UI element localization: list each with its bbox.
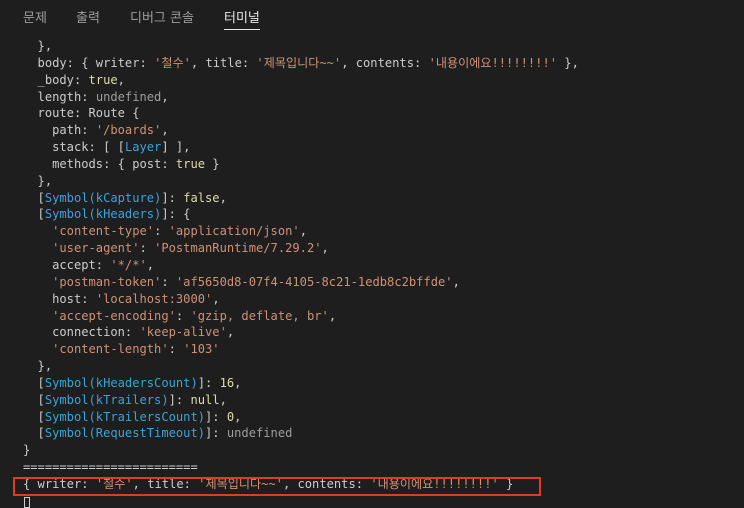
terminal-line: 'content-length': '103' bbox=[52, 342, 220, 357]
terminal-line: body: { writer: '철수', title: '제목입니다~~', … bbox=[23, 55, 579, 70]
terminal-line: accept: '*/*', bbox=[23, 257, 155, 272]
terminal-line: stack: [ [Layer] ], bbox=[23, 140, 191, 155]
terminal-line: [Symbol(kCapture)]: false, bbox=[23, 190, 227, 205]
terminal-line: methods: { post: true } bbox=[23, 156, 220, 171]
tab-output[interactable]: 출력 bbox=[76, 7, 100, 26]
terminal-line: _body: true, bbox=[23, 72, 125, 87]
terminal-line: } bbox=[23, 443, 31, 458]
panel-tab-bar: 문제 출력 디버그 콘솔 터미널 bbox=[0, 0, 744, 34]
terminal-cursor bbox=[24, 497, 30, 508]
terminal-line: [Symbol(kTrailers)]: null, bbox=[23, 392, 227, 407]
terminal-line: }, bbox=[23, 39, 53, 53]
terminal-line: [Symbol(kTrailersCount)]: 0, bbox=[23, 409, 242, 424]
terminal-line: route: Route { bbox=[23, 106, 140, 121]
terminal-line: [Symbol(RequestTimeout)]: undefined bbox=[23, 426, 293, 441]
terminal-line: 'user-agent': 'PostmanRuntime/7.29.2', bbox=[52, 241, 329, 256]
terminal-line: }, bbox=[23, 359, 53, 374]
highlight-box bbox=[13, 477, 541, 496]
terminal-line: path: '/boards', bbox=[23, 123, 169, 138]
terminal-line: 'accept-encoding': 'gzip, deflate, br', bbox=[52, 308, 337, 323]
terminal-line: 'postman-token': 'af5650d8-07f4-4105-8c2… bbox=[52, 274, 460, 289]
tab-problems[interactable]: 문제 bbox=[23, 7, 47, 26]
terminal-line: ======================== bbox=[23, 460, 198, 475]
tab-debug-console[interactable]: 디버그 콘솔 bbox=[130, 7, 194, 26]
terminal-line: [Symbol(kHeadersCount)]: 16, bbox=[23, 375, 242, 390]
terminal-line: length: undefined, bbox=[23, 89, 169, 104]
terminal-line: connection: 'keep-alive', bbox=[23, 325, 235, 340]
tab-terminal[interactable]: 터미널 bbox=[224, 7, 260, 30]
terminal-output[interactable]: }, body: { writer: '철수', title: '제목입니다~~… bbox=[23, 38, 739, 508]
terminal-line: }, bbox=[23, 173, 53, 188]
terminal-line: 'content-type': 'application/json', bbox=[52, 224, 307, 239]
terminal-line: [Symbol(kHeaders)]: { bbox=[23, 207, 191, 222]
terminal-line: host: 'localhost:3000', bbox=[23, 291, 220, 306]
